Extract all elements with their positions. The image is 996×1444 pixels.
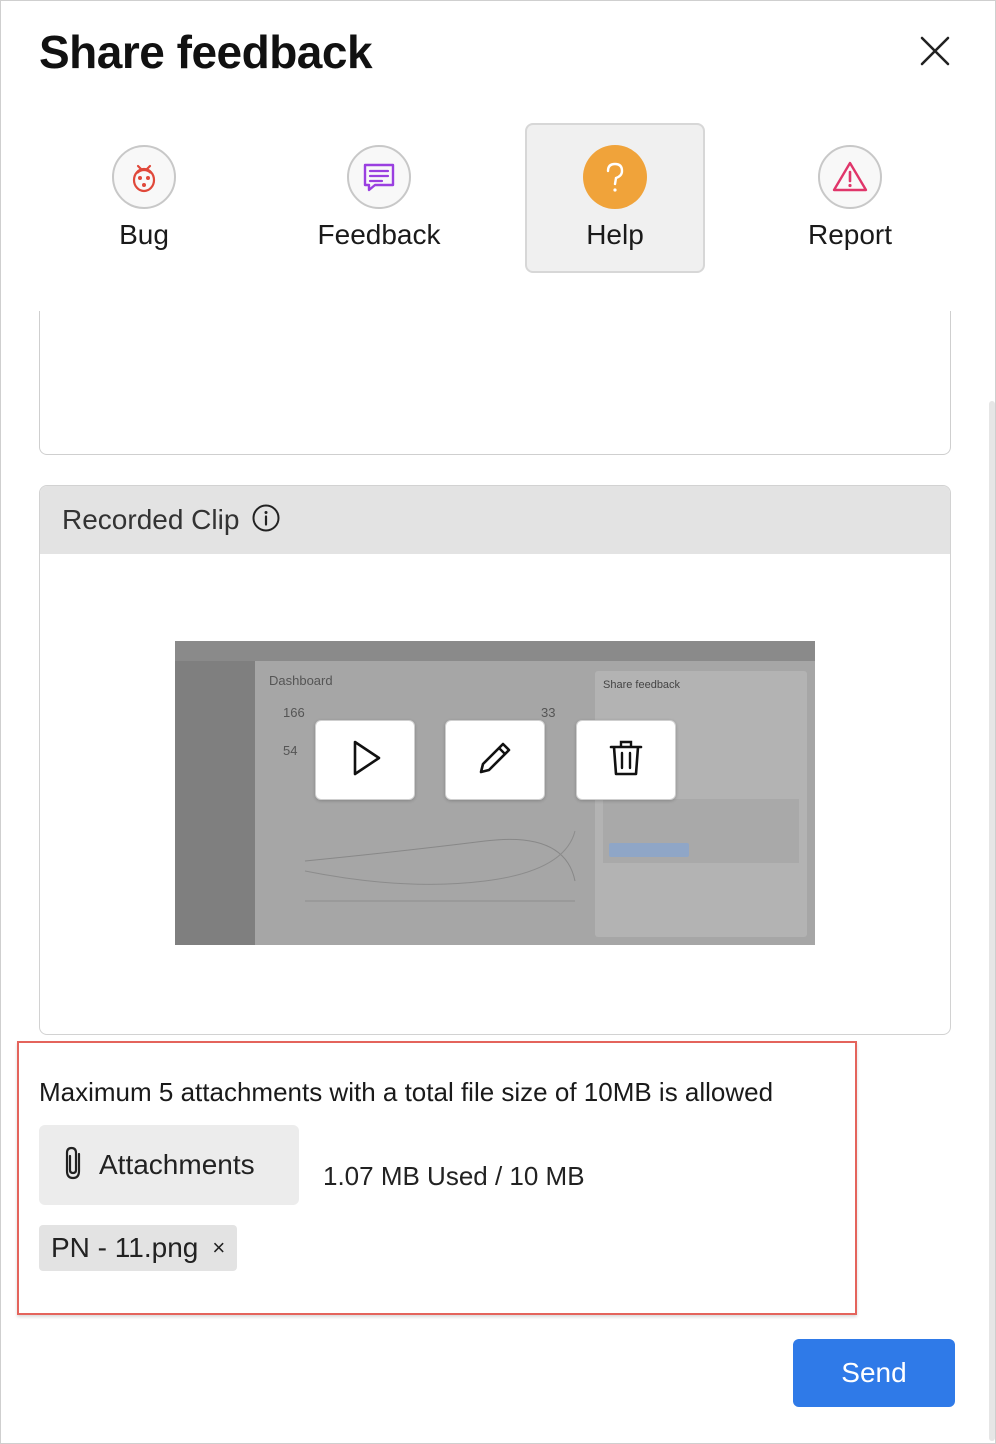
delete-icon: [604, 736, 648, 785]
info-icon[interactable]: [251, 503, 281, 538]
dialog-title: Share feedback: [39, 26, 373, 78]
recorded-clip-header: Recorded Clip: [40, 486, 950, 554]
type-feedback-label: Feedback: [317, 219, 441, 250]
play-icon: [343, 736, 387, 785]
clip-preview: Dashboard 166 54 33 Share feedback: [175, 641, 815, 945]
type-bug[interactable]: Bug: [54, 123, 234, 273]
preview-dialog-title: Share feedback: [603, 679, 681, 691]
type-help[interactable]: Help: [525, 123, 705, 273]
paperclip-icon: [59, 1144, 87, 1187]
send-button[interactable]: Send: [793, 1339, 955, 1407]
attachment-limit-note: Maximum 5 attachments with a total file …: [39, 1077, 774, 1107]
preview-metric: 166: [283, 705, 305, 720]
recorded-clip-title: Recorded Clip: [62, 504, 240, 535]
edit-button[interactable]: [445, 720, 545, 800]
attachment-filename: PN - 11.png: [51, 1232, 199, 1263]
storage-usage: 1.07 MB Used / 10 MB: [323, 1161, 585, 1191]
question-icon: [583, 145, 647, 209]
feedback-type-selector: Bug Feedback Help Report: [25, 123, 965, 273]
scrollbar[interactable]: [989, 401, 995, 1441]
attachments-button[interactable]: Attachments: [39, 1125, 299, 1205]
preview-dashboard-label: Dashboard: [269, 673, 333, 688]
close-icon[interactable]: [913, 29, 957, 73]
preview-dialog-button: [609, 843, 689, 857]
preview-metric: 54: [283, 743, 298, 758]
recorded-clip-card: Recorded Clip Dashboard 166 54 33 Share …: [39, 485, 951, 1035]
share-feedback-dialog: Share feedback Bug Feedback Help Report …: [0, 0, 996, 1444]
attachments-button-label: Attachments: [99, 1149, 255, 1180]
warning-icon: [818, 145, 882, 209]
preview-metric: 33: [541, 705, 556, 720]
type-bug-label: Bug: [119, 219, 169, 250]
type-feedback[interactable]: Feedback: [289, 123, 469, 273]
attachment-chip: PN - 11.png ×: [39, 1225, 238, 1271]
type-help-label: Help: [586, 219, 644, 250]
delete-button[interactable]: [576, 720, 676, 800]
preview-topbar: [175, 641, 815, 661]
message-icon: [347, 145, 411, 209]
type-report-label: Report: [807, 219, 893, 250]
attachments-section: Maximum 5 attachments with a total file …: [17, 1041, 857, 1315]
preview-sidebar: [175, 661, 255, 945]
description-textarea[interactable]: [39, 311, 951, 455]
preview-dialog: Share feedback: [595, 671, 807, 937]
ladybug-icon: [112, 145, 176, 209]
remove-attachment-icon[interactable]: ×: [212, 1235, 225, 1261]
play-button[interactable]: [315, 720, 415, 800]
type-report[interactable]: Report: [760, 123, 940, 273]
edit-icon: [473, 736, 517, 785]
